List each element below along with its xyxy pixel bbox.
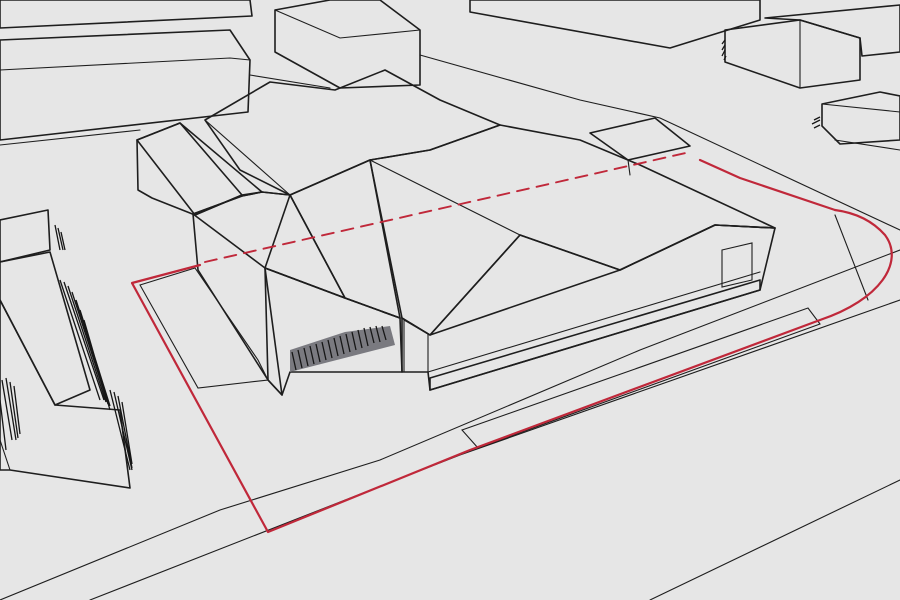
ground [0,0,900,600]
site-plan-sketch [0,0,900,600]
